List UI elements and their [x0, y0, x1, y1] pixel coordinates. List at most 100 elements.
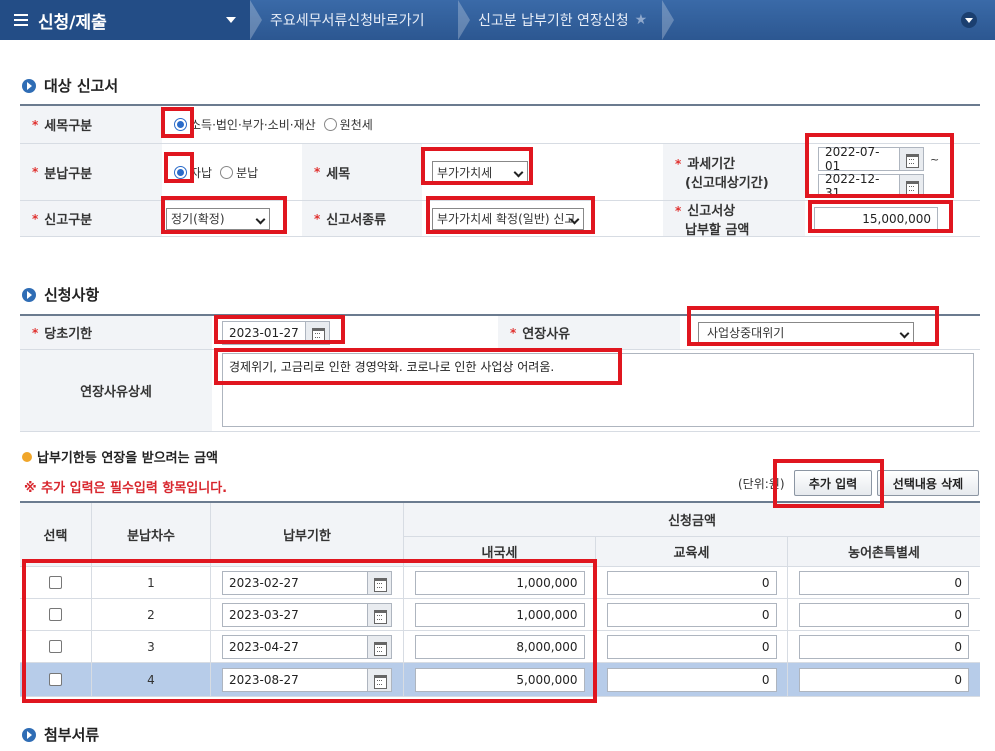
col-header-select: 선택	[20, 503, 92, 567]
report-kind-label: * 신고서종류	[302, 201, 422, 236]
rural-input[interactable]: 0	[799, 634, 969, 659]
calendar-icon[interactable]	[368, 570, 392, 595]
period-to-input[interactable]: 2022-12-31	[818, 172, 900, 200]
calendar-icon[interactable]	[368, 634, 392, 659]
col-header-amount-group: 신청금액	[404, 503, 980, 537]
rural-cell: 0	[788, 663, 980, 697]
reason-select[interactable]: 사업상중대위기	[698, 321, 914, 344]
required-mark: *	[32, 117, 39, 132]
section-title-attachments: 첨부서류	[22, 724, 99, 745]
education-cell: 0	[596, 631, 788, 663]
amount-input[interactable]: 15,000,000	[814, 206, 938, 231]
section-bullet-icon	[22, 78, 36, 93]
radio-installment[interactable]: 분납	[220, 164, 258, 181]
amount-wrap: 15,000,000	[814, 201, 938, 236]
required-mark: *	[32, 325, 39, 340]
tax-select[interactable]: 부가가치세	[432, 161, 528, 183]
hamburger-icon	[14, 14, 28, 26]
table-row: 1 2023-02-27 1,000,000 0 0	[20, 567, 980, 599]
menu-dropdown[interactable]: 신청/제출	[0, 0, 250, 40]
calendar-icon[interactable]	[368, 602, 392, 627]
rural-input[interactable]: 0	[799, 667, 969, 692]
radio-self-pay[interactable]: 자납	[174, 164, 212, 181]
calendar-icon[interactable]	[368, 667, 392, 692]
deadline-input[interactable]: 2023-02-27	[222, 570, 368, 595]
tax-item-label: * 세목구분	[20, 106, 162, 143]
national-input[interactable]: 8,000,000	[414, 634, 585, 659]
reason-label: * 연장사유	[498, 316, 680, 349]
favorite-star-icon[interactable]: ★	[635, 12, 648, 28]
form-row-due: * 당초기한 2023-01-27 * 연장사유 사업상중대위기	[20, 316, 980, 350]
rural-input[interactable]: 0	[799, 602, 969, 627]
breadcrumb-current: 신고분 납부기한 연장신청 ★	[478, 0, 647, 40]
report-kind-select[interactable]: 부가가치세 확정(일반) 신고	[432, 207, 584, 230]
detail-textarea[interactable]: 경제위기, 고금리로 인한 경영악화. 코로나로 인한 사업상 어려움.	[222, 353, 974, 427]
label-text: 당초기한	[44, 327, 93, 342]
required-mark: *	[314, 165, 321, 179]
rural-cell: 0	[788, 599, 980, 631]
round-cell: 4	[92, 663, 211, 697]
due-date-input[interactable]: 2023-01-27	[222, 320, 306, 345]
add-input-button[interactable]: 추가 입력	[794, 470, 872, 496]
application-form: * 당초기한 2023-01-27 * 연장사유 사업상중대위기 연장사유상세 …	[20, 314, 980, 432]
period-from-input[interactable]: 2022-07-01	[818, 145, 900, 173]
select-cell	[20, 599, 92, 631]
section-title-text: 첨부서류	[44, 726, 100, 744]
form-row-detail: 연장사유상세 경제위기, 고금리로 인한 경영악화. 코로나로 인한 사업상 어…	[20, 350, 980, 432]
expand-chevron-icon[interactable]	[961, 12, 977, 28]
radio-dot	[174, 118, 187, 131]
radio-dot	[220, 165, 234, 179]
period-tilde: ~	[930, 152, 940, 166]
deadline-cell: 2023-04-27	[211, 631, 404, 663]
amount-label: * 신고서상 납부할 금액	[663, 201, 805, 238]
round-cell: 1	[92, 567, 211, 599]
form-row-tax-item: * 세목구분 소득·법인·부가·소비·재산 원천세	[20, 106, 980, 144]
radio-label: 소득·법인·부가·소비·재산	[190, 118, 316, 132]
row-checkbox[interactable]	[49, 576, 62, 589]
section-title-text: 신청사항	[44, 286, 100, 304]
form-row-payment: * 분납구분 자납 분납 * 세목 부가가치세 * 과세기간 (신고대상기간) 2…	[20, 144, 980, 201]
required-mark: *	[510, 325, 517, 340]
row-checkbox[interactable]	[49, 673, 62, 686]
education-input[interactable]: 0	[606, 667, 777, 692]
education-input[interactable]: 0	[606, 634, 777, 659]
label-subtext: 납부할 금액	[685, 222, 750, 238]
select-cell	[20, 567, 92, 599]
deadline-input[interactable]: 2023-08-27	[222, 667, 368, 692]
required-mark: *	[32, 211, 39, 226]
calendar-icon[interactable]	[900, 174, 924, 198]
radio-income-corp[interactable]: 소득·법인·부가·소비·재산	[174, 116, 316, 133]
section-bullet-icon	[22, 287, 36, 302]
deadline-input[interactable]: 2023-04-27	[222, 634, 368, 659]
label-text: 신고서상	[687, 203, 736, 219]
label-text: 세목구분	[44, 119, 93, 134]
orange-bullet-icon	[22, 451, 32, 462]
row-checkbox[interactable]	[49, 608, 62, 621]
extension-amount-subtitle: 납부기한등 연장을 받으려는 금액	[22, 447, 218, 466]
rural-cell: 0	[788, 631, 980, 663]
calendar-icon[interactable]	[900, 147, 924, 171]
select-cell	[20, 631, 92, 663]
radio-withholding[interactable]: 원천세	[323, 116, 373, 133]
education-input[interactable]: 0	[606, 602, 777, 627]
report-kind-wrap: 부가가치세 확정(일반) 신고	[432, 201, 584, 236]
national-input[interactable]: 1,000,000	[414, 570, 585, 595]
delete-selected-button[interactable]: 선택내용 삭제	[877, 470, 979, 496]
report-type-select[interactable]: 정기(확정)	[166, 207, 270, 230]
national-cell: 1,000,000	[404, 567, 596, 599]
rural-input[interactable]: 0	[799, 570, 969, 595]
table-row: 2 2023-03-27 1,000,000 0 0	[20, 599, 980, 631]
rural-cell: 0	[788, 567, 980, 599]
education-input[interactable]: 0	[606, 570, 777, 595]
deadline-input[interactable]: 2023-03-27	[222, 602, 368, 627]
row-checkbox[interactable]	[49, 640, 62, 653]
national-input[interactable]: 1,000,000	[414, 602, 585, 627]
target-report-form: * 세목구분 소득·법인·부가·소비·재산 원천세 * 분납구분 자납 분납 *…	[20, 104, 980, 238]
radio-label: 분납	[236, 165, 259, 180]
national-cell: 8,000,000	[404, 631, 596, 663]
calendar-icon[interactable]	[306, 320, 330, 345]
report-type-wrap: 정기(확정)	[166, 201, 270, 236]
national-input[interactable]: 5,000,000	[414, 667, 585, 692]
col-header-national: 내국세	[404, 537, 596, 567]
breadcrumb-link[interactable]: 주요세무서류신청바로가기	[270, 0, 425, 40]
